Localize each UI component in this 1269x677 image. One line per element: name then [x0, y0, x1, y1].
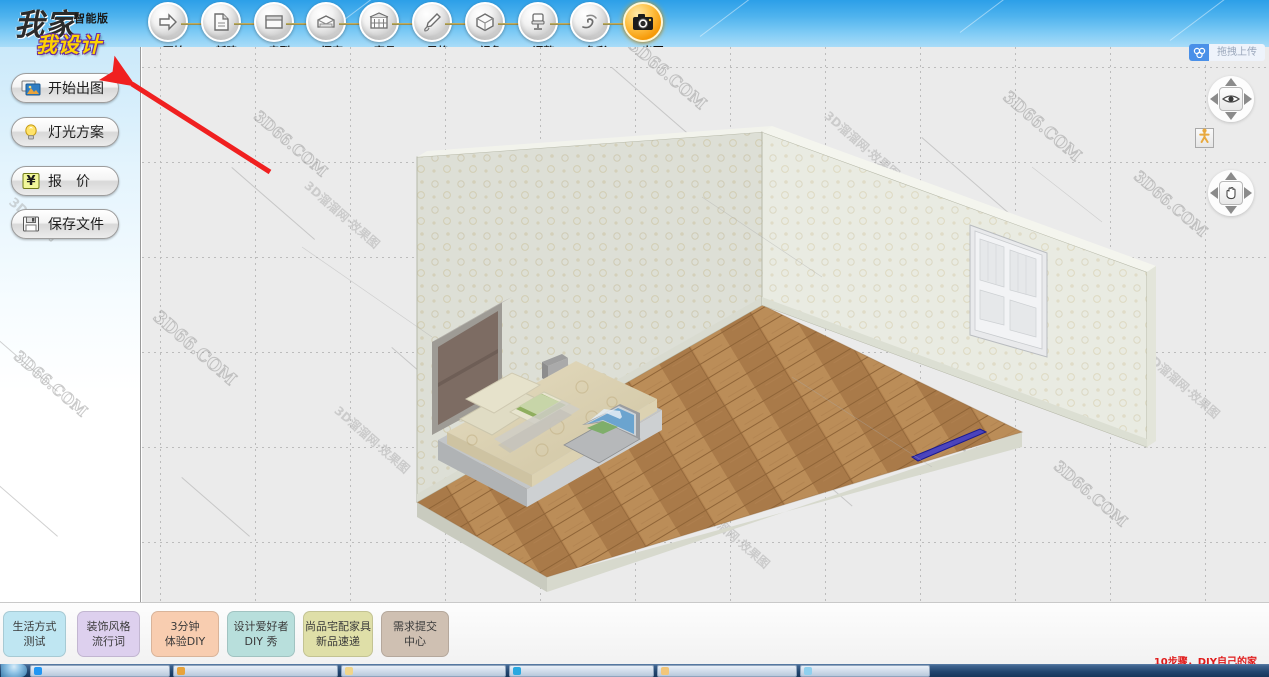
room-3d-scene[interactable]: [142, 47, 1269, 602]
taskbar-item[interactable]: [173, 664, 338, 677]
promo-button[interactable]: 设计爱好者 DIY 秀: [227, 611, 295, 657]
pan-nav-wheel[interactable]: [1208, 170, 1254, 216]
taskbar-item[interactable]: [30, 664, 170, 677]
walk-person-button[interactable]: [1195, 128, 1214, 148]
sidebar-button-label: 保存文件: [48, 217, 104, 233]
promo-line2: 测试: [23, 635, 46, 648]
promo-line1: 需求提交: [393, 620, 437, 633]
promo-line2: 新品速递: [316, 635, 360, 648]
cloud-upload-icon: [1189, 44, 1209, 61]
promo-line2: 体验DIY: [164, 635, 206, 648]
drag-upload-label: 拖拽上传: [1209, 44, 1265, 61]
sidebar-button-label: 灯光方案: [48, 125, 104, 141]
promo-button[interactable]: 3分钟体验DIY: [151, 611, 219, 657]
bottom-toolbar: 生活方式 测试 装饰风格 流行词 3分钟 体验DIY 设计爱好者 DIY 秀尚品宅配家具 新品速…: [0, 602, 1269, 664]
logo-badge-text: 智能版: [74, 13, 109, 25]
sidebar-button-quote[interactable]: ¥ 报 价: [11, 166, 119, 196]
promo-button[interactable]: 装饰风格 流行词: [77, 611, 140, 657]
logo-sub-text: 我设计: [36, 32, 102, 57]
camera-icon[interactable]: [623, 2, 664, 42]
os-taskbar[interactable]: [0, 664, 1269, 677]
floppy-save-icon: [21, 215, 41, 233]
design-canvas[interactable]: 3D66.COM 3D66.COM 3D66.COM 3D66.COM 3D66.COM…: [142, 47, 1269, 602]
taskbar-item[interactable]: [657, 664, 797, 677]
promo-line2: DIY 秀: [244, 635, 278, 648]
nav-up-arrow-icon[interactable]: [1225, 78, 1237, 86]
furniture-icon[interactable]: [359, 2, 400, 42]
svg-text:¥: ¥: [26, 174, 35, 189]
new-document-icon[interactable]: [200, 2, 241, 42]
eye-icon[interactable]: [1219, 87, 1243, 111]
nav-left-arrow-icon[interactable]: [1210, 187, 1218, 199]
sidebar-button-start-render[interactable]: 开始出图: [11, 73, 119, 103]
floorplan-icon[interactable]: [253, 2, 294, 42]
adjust-chair-icon[interactable]: [517, 2, 558, 42]
taskbar-item[interactable]: [341, 664, 506, 677]
app-logo: 我家 智能版 我设计: [8, 0, 136, 58]
promo-line1: 3分钟: [170, 620, 200, 633]
sidebar-button-save[interactable]: 保存文件: [11, 209, 119, 239]
windows-start-orb[interactable]: [1, 664, 27, 677]
promo-line2: 中心: [404, 635, 426, 648]
yen-price-icon: ¥: [21, 172, 41, 190]
taskbar-item[interactable]: [800, 664, 930, 677]
promo-line1: 设计爱好者: [233, 620, 289, 633]
style-brush-icon[interactable]: [412, 2, 452, 42]
taskbar-item[interactable]: [509, 664, 654, 677]
promo-button[interactable]: 生活方式 测试: [3, 611, 66, 657]
hand-icon[interactable]: [1219, 181, 1243, 205]
render-image-icon: [21, 79, 41, 97]
nav-left-arrow-icon[interactable]: [1210, 93, 1218, 105]
sidebar-button-label: 开始出图: [48, 81, 104, 97]
promo-button[interactable]: 需求提交 中心: [381, 611, 449, 657]
sidebar-button-lighting[interactable]: 灯光方案: [11, 117, 119, 147]
nav-right-arrow-icon[interactable]: [1244, 93, 1252, 105]
nav-up-arrow-icon[interactable]: [1225, 172, 1237, 180]
cube-view-icon[interactable]: [464, 2, 505, 42]
promo-button[interactable]: 尚品宅配家具 新品速递: [303, 611, 373, 657]
sidebar-button-label: 报 价: [48, 174, 90, 190]
view-nav-wheel[interactable]: [1208, 76, 1254, 122]
app-window: 我家 智能版 我设计 1 开始2 新建3 房型4 门窗5 家具6 风格7 视角8…: [0, 0, 1269, 677]
nav-right-arrow-icon[interactable]: [1244, 187, 1252, 199]
nav-down-arrow-icon[interactable]: [1225, 206, 1237, 214]
promo-line1: 装饰风格: [86, 620, 131, 633]
promo-line1: 尚品宅配家具: [305, 620, 371, 633]
promo-line2: 流行词: [92, 635, 125, 648]
door-window-icon[interactable]: [306, 2, 347, 42]
nav-down-arrow-icon[interactable]: [1225, 112, 1237, 120]
color-swirl-icon[interactable]: [570, 2, 611, 42]
left-sidebar: 3D溜溜网 3D66.COM 开始出图: [0, 47, 141, 602]
arrow-right-icon[interactable]: [148, 2, 188, 42]
drag-upload-control[interactable]: 拖拽上传: [1189, 44, 1265, 61]
lightbulb-icon: [21, 123, 41, 141]
promo-line1: 生活方式: [12, 620, 57, 633]
walk-person-icon: [1198, 128, 1211, 148]
